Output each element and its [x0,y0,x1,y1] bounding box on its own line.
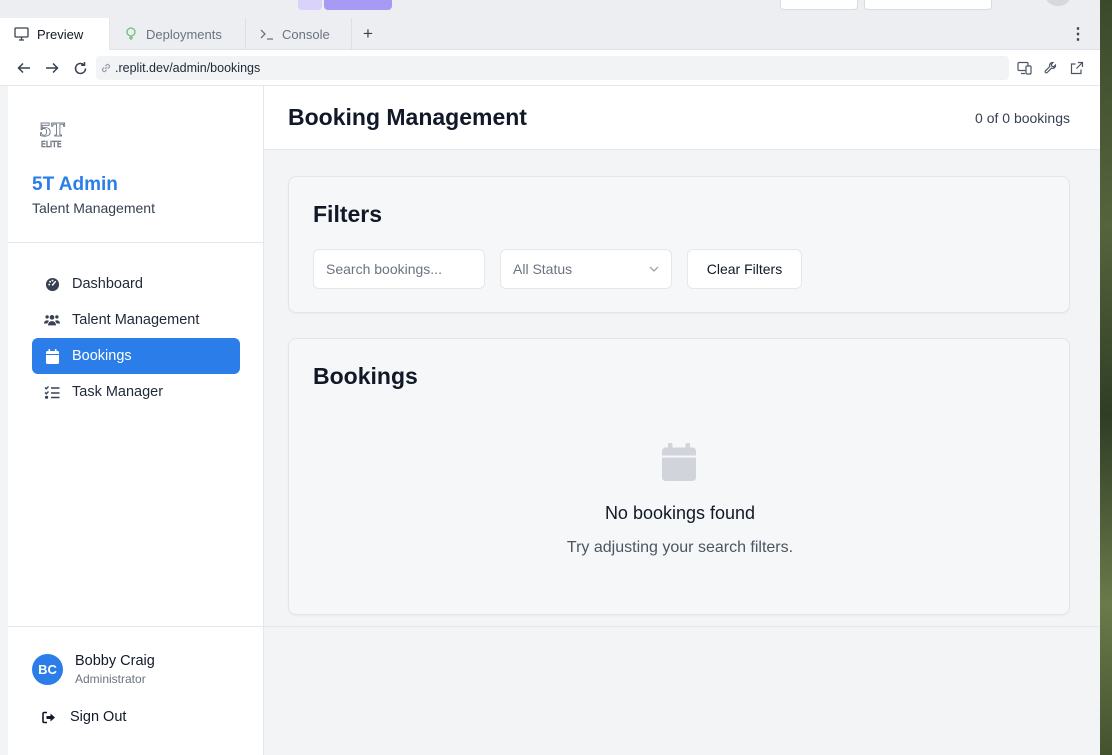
page-header: Booking Management 0 of 0 bookings [264,86,1100,150]
sidebar-nav: Dashboard Talent Management Bookings Tas… [32,266,240,410]
tab-label: Preview [37,26,84,42]
sidebar-item-label: Talent Management [72,312,200,328]
toolbar-chip-active[interactable] [324,0,392,10]
sidebar: 5T ELITE 5T Admin Talent Management Dash… [8,86,264,755]
clear-filters-button[interactable]: Clear Filters [687,249,802,289]
sidebar-item-talent-management[interactable]: Talent Management [32,302,240,338]
booking-count: 0 of 0 bookings [975,110,1070,126]
divider [8,626,264,627]
chevron-down-icon [649,266,659,272]
empty-state-subtitle: Try adjusting your search filters. [566,539,794,556]
open-external-icon[interactable] [1067,58,1087,78]
tab-bar: Preview Deployments Console + ⋮ [0,18,1100,50]
browser-window: Preview Deployments Console + ⋮ .replit.… [0,0,1100,755]
sidebar-item-task-manager[interactable]: Task Manager [32,374,240,410]
toolbar-button[interactable] [780,0,858,10]
more-options-icon[interactable]: ⋮ [1070,18,1086,50]
new-tab-button[interactable]: + [354,18,382,50]
wrench-icon[interactable] [1041,58,1061,78]
forward-arrow-icon[interactable] [42,58,62,78]
terminal-icon [260,29,273,40]
bookings-card: Bookings No bookings found Try adjusting… [288,338,1070,615]
sidebar-item-label: Bookings [72,348,132,364]
status-select[interactable]: All Status [500,249,672,289]
divider [8,242,264,243]
sidebar-item-label: Dashboard [72,276,143,292]
filters-card: Filters All Status Clear Filters [288,176,1070,313]
gauge-icon [44,276,60,292]
calendar-icon [44,348,60,364]
sidebar-item-bookings[interactable]: Bookings [32,338,240,374]
devices-icon[interactable] [1015,58,1035,78]
search-input[interactable] [313,249,485,289]
sign-out-icon [42,711,55,723]
divider [264,626,1100,627]
sign-out-button[interactable]: Sign Out [42,706,126,728]
reload-icon[interactable] [70,58,90,78]
sidebar-item-label: Task Manager [72,384,164,400]
main-content: Booking Management 0 of 0 bookings Filte… [264,86,1100,755]
back-arrow-icon[interactable] [14,58,34,78]
address-bar: .replit.dev/admin/bookings [0,50,1100,86]
tab-label: Console [282,26,330,42]
monitor-icon [14,27,29,41]
toolbar-chip[interactable] [298,0,322,10]
tab-label: Deployments [146,26,222,42]
filters-title: Filters [313,201,383,227]
sign-out-label: Sign Out [70,709,127,725]
brand-subtitle: Talent Management [32,200,155,216]
link-icon [101,63,111,73]
user-role: Administrator [75,672,146,686]
deploy-icon [126,27,136,40]
system-toolbar [0,0,1100,18]
svg-text:5T: 5T [39,120,66,141]
users-icon [44,312,60,328]
task-list-icon [44,384,60,400]
brand-logo: 5T ELITE [39,120,66,150]
desktop-background [1100,0,1112,755]
brand-title: 5T Admin [32,174,118,195]
user-name: Bobby Craig [75,653,155,669]
url-field[interactable]: .replit.dev/admin/bookings [96,56,1009,80]
svg-text:ELITE: ELITE [41,140,62,149]
bookings-title: Bookings [313,363,418,389]
app-root: 5T ELITE 5T Admin Talent Management Dash… [8,86,1100,755]
tab-deployments[interactable]: Deployments [110,18,246,50]
empty-state-title: No bookings found [604,503,756,523]
avatar: BC [32,654,63,685]
tab-console[interactable]: Console [246,18,352,50]
page-title: Booking Management [288,104,527,130]
toolbar-button[interactable] [864,0,992,10]
calendar-icon [662,443,696,481]
profile-avatar[interactable] [1046,0,1070,6]
url-text: .replit.dev/admin/bookings [115,61,261,75]
tab-preview[interactable]: Preview [0,18,110,50]
status-select-value: All Status [513,261,573,277]
sidebar-item-dashboard[interactable]: Dashboard [32,266,240,302]
